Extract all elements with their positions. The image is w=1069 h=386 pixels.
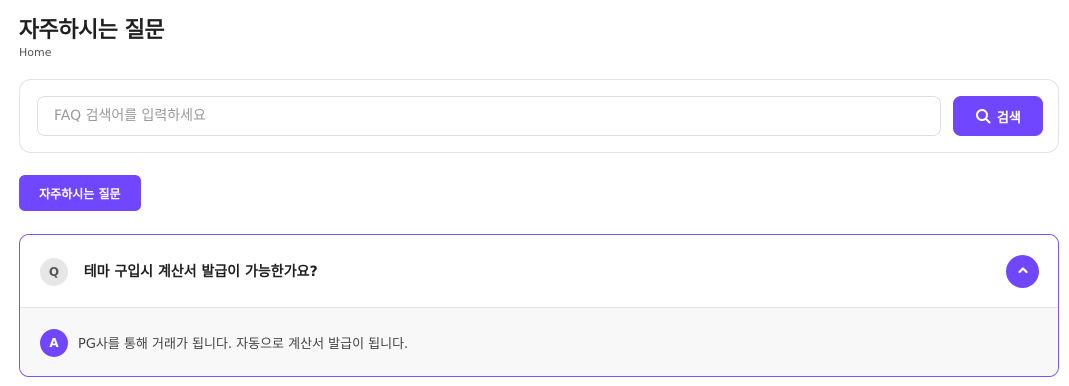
answer-badge: A <box>40 329 68 357</box>
question-badge: Q <box>40 258 68 286</box>
chevron-up-icon <box>1017 264 1029 279</box>
search-button[interactable]: 검색 <box>953 96 1043 136</box>
page-title: 자주하시는 질문 <box>19 18 165 43</box>
faq-answer: A PG사를 통해 거래가 됩니다. 자동으로 계산서 발급이 됩니다. <box>20 308 1058 376</box>
search-panel: 검색 <box>19 79 1059 153</box>
faq-answer-text: PG사를 통해 거래가 됩니다. 자동으로 계산서 발급이 됩니다. <box>78 337 409 352</box>
search-button-label: 검색 <box>997 110 1021 126</box>
faq-question-text: 테마 구입시 계산서 발급이 가능한가요? <box>84 264 318 280</box>
collapse-toggle-button[interactable] <box>1006 255 1039 288</box>
search-input[interactable] <box>37 96 941 136</box>
faq-question-row[interactable]: Q 테마 구입시 계산서 발급이 가능한가요? <box>20 235 1058 308</box>
faq-item: Q 테마 구입시 계산서 발급이 가능한가요? A PG사를 통해 거래가 됩니… <box>19 234 1059 377</box>
category-tab-faq[interactable]: 자주하시는 질문 <box>19 175 141 211</box>
search-icon <box>975 108 991 124</box>
breadcrumb[interactable]: Home <box>19 46 51 59</box>
